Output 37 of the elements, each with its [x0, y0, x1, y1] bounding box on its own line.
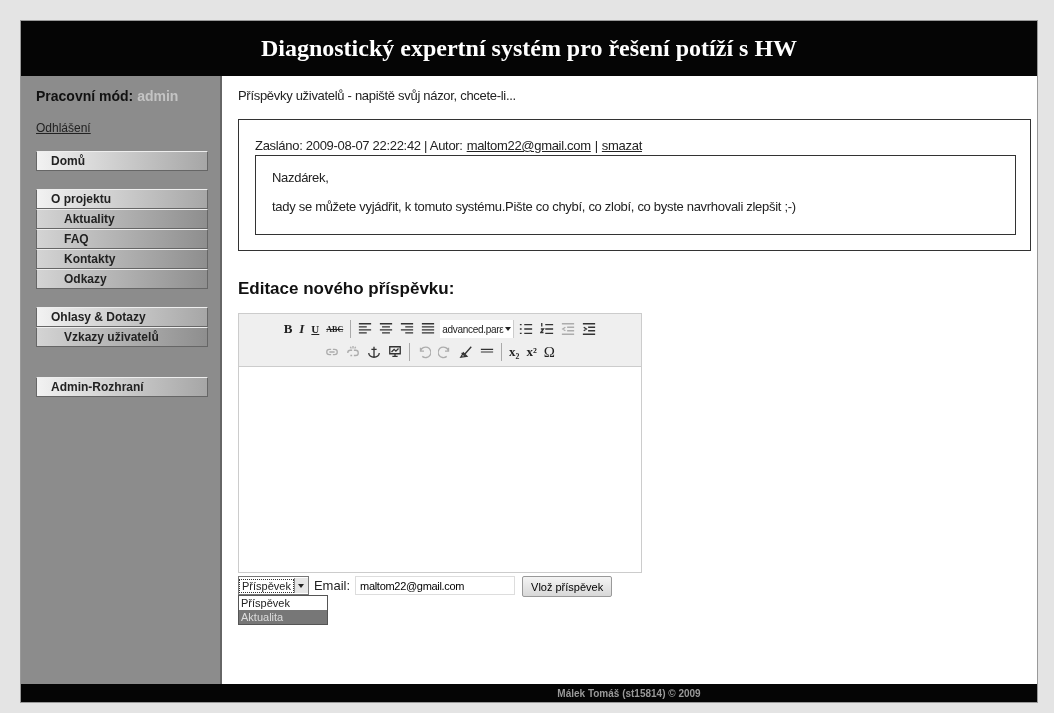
nav-item[interactable]: FAQ — [36, 229, 208, 249]
nav-item[interactable]: Domů — [36, 151, 208, 171]
type-select[interactable]: Příspěvek — [238, 576, 309, 595]
author-link[interactable]: maltom22@gmail.com — [466, 138, 591, 153]
post-text: tady se můžete vyjádřit, k tomuto systému.Pište co chybí, co zlobí, co byste navrhovali zlepšit ;-) — [272, 199, 797, 214]
footer-text: Málek Tomáš (st15814) © 2009 — [557, 687, 701, 699]
nav-item[interactable]: Odkazy — [36, 269, 208, 289]
nav-item[interactable]: Kontakty — [36, 249, 208, 269]
format-button[interactable]: I — [297, 319, 307, 339]
logout-link[interactable]: Odhlášení — [36, 121, 91, 135]
mode-label: Pracovní mód: — [36, 88, 134, 104]
format-button[interactable]: B — [281, 319, 295, 339]
site-title: Diagnostický expertní systém pro řešení potíží s HW — [260, 35, 798, 62]
format-dropdown[interactable]: advanced.parε — [440, 320, 515, 338]
post-greeting: Nazdárek, — [272, 170, 330, 185]
submit-button[interactable]: Vlož příspěvek — [522, 576, 613, 597]
format-button[interactable]: x₂ — [507, 342, 522, 362]
email-label: Email: — [313, 577, 351, 595]
caret-icon — [298, 583, 305, 588]
email-field[interactable]: maltom22@gmail.com — [355, 576, 516, 595]
post-meta: Zasláno: 2009-08-07 22:22:42 | Autor: — [255, 138, 463, 153]
format-button[interactable]: x² — [524, 342, 539, 362]
separator-text: | — [594, 138, 598, 153]
mode-value: admin — [137, 88, 179, 104]
caret-icon — [505, 327, 512, 331]
intro-text: Příspěvky uživatelů - napiště svůj názor, chcete-li... — [238, 88, 517, 103]
format-button[interactable]: U — [309, 319, 322, 339]
nav-item[interactable]: Aktuality — [36, 209, 208, 229]
nav-item[interactable]: Vzkazy uživatelů — [36, 327, 208, 347]
dropdown-option[interactable]: Příspěvek — [239, 596, 327, 610]
nav-item[interactable]: Admin-Rozhraní — [36, 377, 208, 397]
delete-link[interactable]: smazat — [601, 138, 642, 153]
format-button[interactable]: Ω — [541, 342, 557, 362]
nav-item[interactable]: Ohlasy & Dotazy — [36, 307, 208, 327]
editor-heading: Editace nového příspěvku: — [238, 279, 456, 299]
nav-item[interactable]: O projektu — [36, 189, 208, 209]
format-button[interactable]: ABC — [324, 319, 346, 339]
